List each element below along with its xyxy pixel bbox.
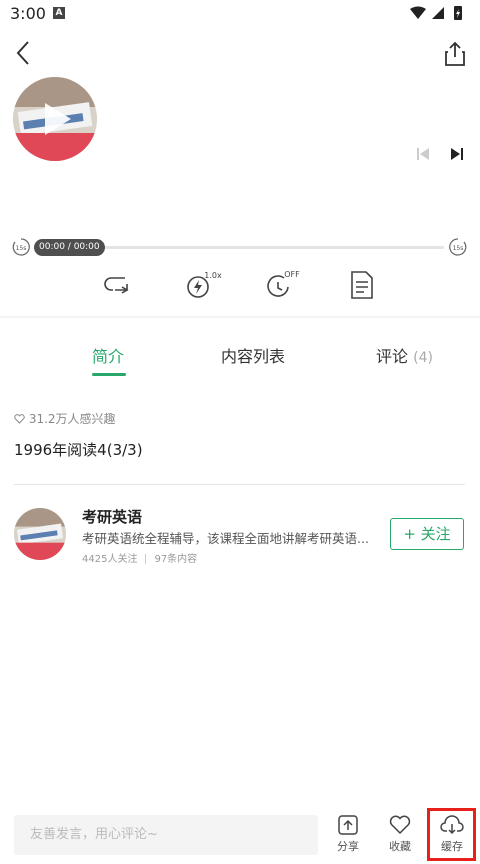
signal-icon xyxy=(432,7,444,19)
status-bar: 3:00 A xyxy=(0,0,480,28)
play-icon[interactable] xyxy=(13,77,97,161)
active-tab-indicator xyxy=(92,373,126,376)
forward-label: 15s xyxy=(453,245,464,252)
episode-title: 1996年阅读4(3/3) xyxy=(14,441,143,459)
course-thumbnail[interactable] xyxy=(14,508,66,560)
system-status-icons xyxy=(410,6,462,20)
heart-icon xyxy=(389,815,411,835)
content-tabs: 简介 内容列表 评论 (4) xyxy=(0,343,480,383)
content-count: 97条内容 xyxy=(154,554,198,565)
highlight-box xyxy=(427,808,476,861)
interest-text: 31.2万人感兴趣 xyxy=(28,412,116,426)
section-divider xyxy=(14,484,465,485)
status-time: 3:00 xyxy=(10,4,46,23)
back-icon[interactable] xyxy=(10,36,38,70)
timer-label: OFF xyxy=(284,270,300,279)
time-display[interactable]: 00:00 / 00:00 xyxy=(34,239,105,256)
document-icon[interactable] xyxy=(346,268,378,302)
notification-icon: A xyxy=(53,7,65,19)
album-cover[interactable] xyxy=(13,77,97,161)
course-description: 考研英语统全程辅导，该课程全面地讲解考研英语... xyxy=(82,531,369,546)
rewind-15s-icon[interactable]: 15s xyxy=(11,237,31,257)
tab-comments[interactable]: 评论 (4) xyxy=(376,343,433,367)
course-meta: 4425人关注 97条内容 xyxy=(82,550,197,565)
rewind-label: 15s xyxy=(16,245,27,252)
next-track-icon[interactable] xyxy=(449,146,465,162)
meta-separator xyxy=(145,554,147,564)
heart-outline-icon xyxy=(14,414,25,424)
favorite-button[interactable]: 收藏 xyxy=(378,814,422,860)
speed-label: 1.0x xyxy=(204,271,222,280)
tab-intro[interactable]: 简介 xyxy=(92,343,124,367)
bottom-action-bar: 友善发言，用心评论~ 分享 收藏 缓存 xyxy=(0,808,480,864)
progress-row: 15s 00:00 / 00:00 15s xyxy=(0,236,480,258)
loop-icon[interactable] xyxy=(103,268,135,302)
sleep-timer-icon[interactable]: OFF xyxy=(264,268,304,302)
favorite-label: 收藏 xyxy=(389,840,411,853)
wifi-icon xyxy=(410,6,426,19)
panel-divider xyxy=(0,316,480,319)
tab-content-list[interactable]: 内容列表 xyxy=(221,343,285,367)
course-artwork xyxy=(14,508,66,560)
share-label: 分享 xyxy=(337,840,359,853)
playback-controls: 1.0x OFF xyxy=(0,268,480,304)
follow-button[interactable]: + 关注 xyxy=(390,518,464,550)
playback-speed-icon[interactable]: 1.0x xyxy=(184,268,224,302)
course-name[interactable]: 考研英语 xyxy=(82,506,142,527)
previous-track-icon[interactable] xyxy=(415,146,431,162)
top-bar xyxy=(0,36,480,72)
comment-count: (4) xyxy=(413,350,433,366)
tab-comments-label: 评论 xyxy=(376,347,409,366)
follower-count: 4425人关注 xyxy=(82,554,138,565)
share-button[interactable]: 分享 xyxy=(326,814,370,860)
interest-count: 31.2万人感兴趣 xyxy=(14,410,116,427)
share-icon[interactable] xyxy=(442,40,468,68)
comment-input[interactable]: 友善发言，用心评论~ xyxy=(14,815,318,855)
forward-15s-icon[interactable]: 15s xyxy=(448,237,468,257)
share-upload-icon xyxy=(338,815,358,835)
